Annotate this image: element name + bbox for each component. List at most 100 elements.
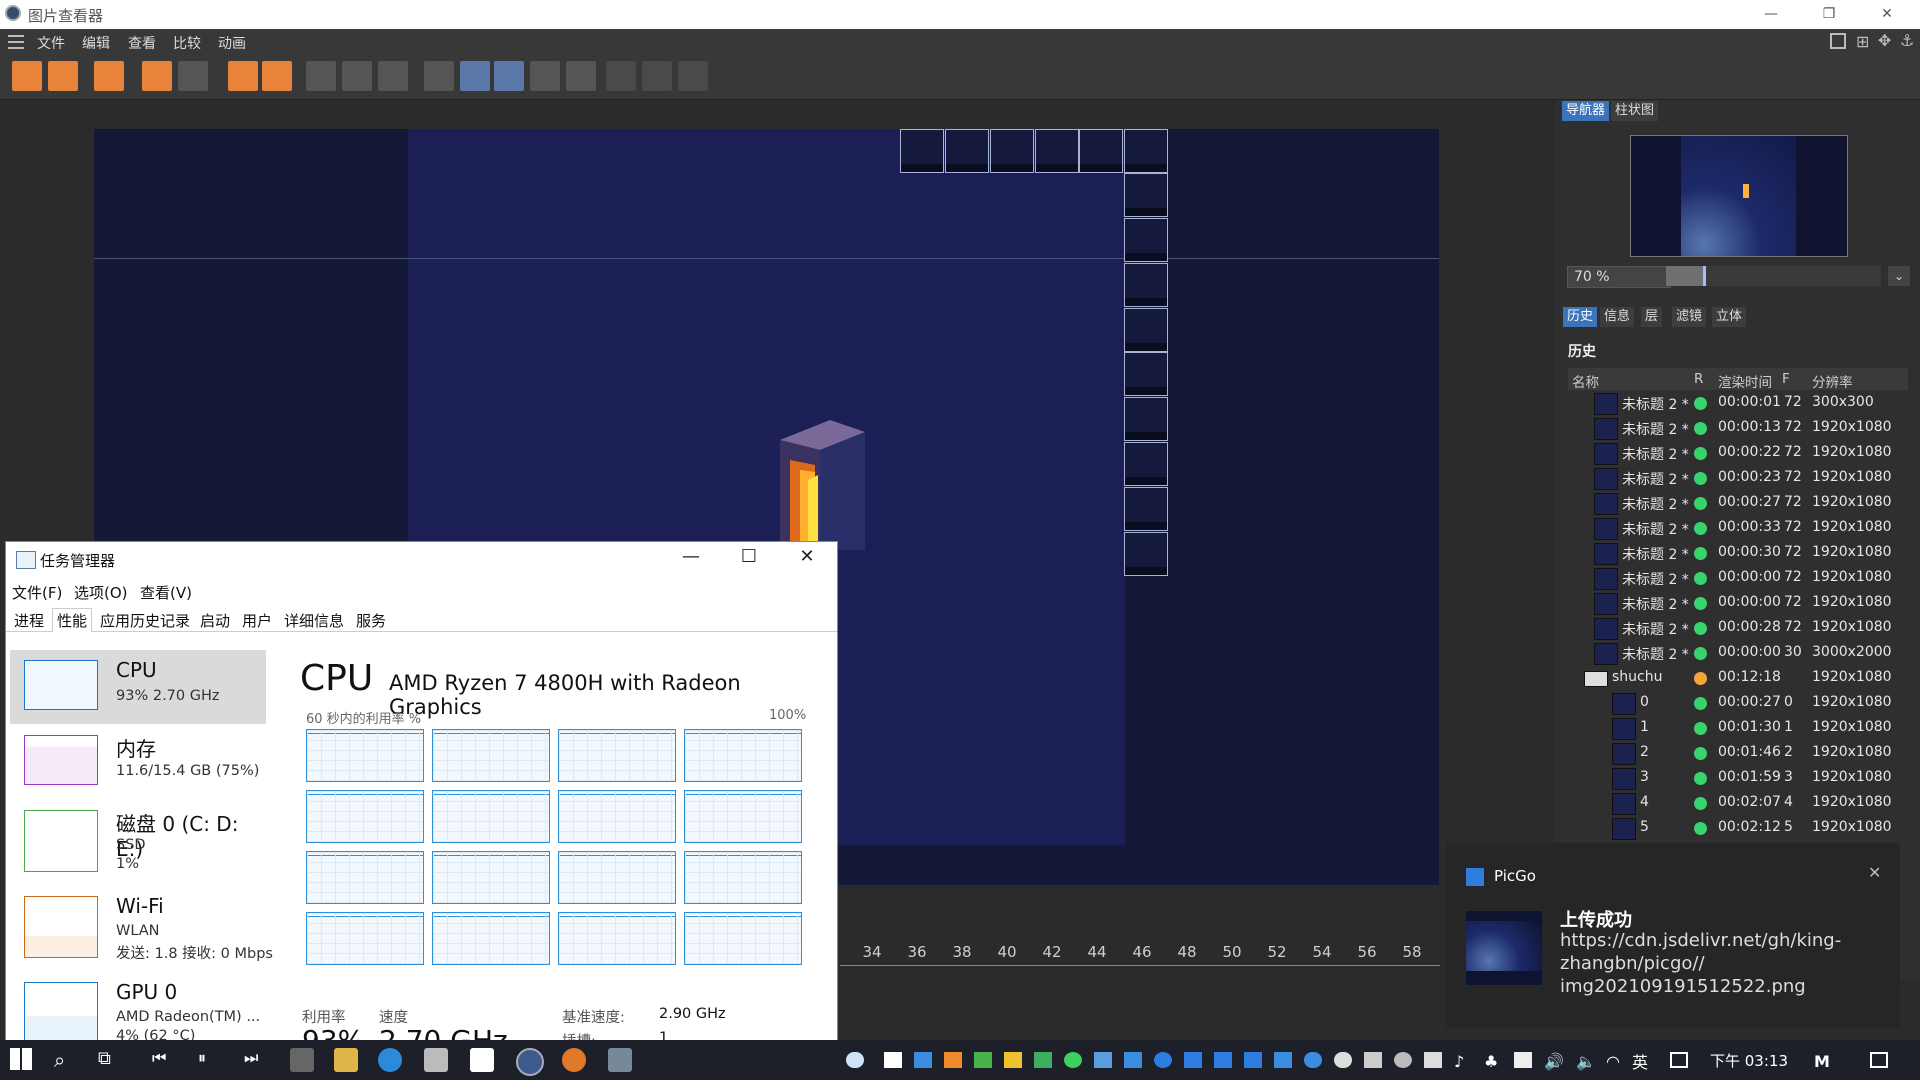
- tray-icon[interactable]: [1154, 1052, 1172, 1068]
- app-icon[interactable]: [290, 1048, 314, 1072]
- cloud-icon[interactable]: [1304, 1052, 1322, 1068]
- menu-file[interactable]: 文件: [37, 33, 65, 53]
- tm-close-button[interactable]: ✕: [787, 546, 827, 567]
- tray-icon[interactable]: [1274, 1052, 1292, 1068]
- tray-icon[interactable]: [884, 1052, 902, 1068]
- app-icon[interactable]: [424, 1048, 448, 1072]
- zoom-slider[interactable]: [1666, 266, 1881, 286]
- tab-details[interactable]: 详细信息: [282, 610, 346, 631]
- tm-menu-view[interactable]: 查看(V): [140, 582, 192, 603]
- tray-icon[interactable]: [1364, 1052, 1382, 1068]
- tray-icon[interactable]: M: [1814, 1052, 1832, 1071]
- compare-ab-icon[interactable]: [424, 61, 454, 91]
- panel-layout-icon[interactable]: [1830, 33, 1846, 49]
- perf-disk[interactable]: 磁盘 0 (C: D: E:) SSD 1%: [10, 800, 266, 874]
- diff-icon[interactable]: [678, 61, 708, 91]
- frame-b-icon[interactable]: [342, 61, 372, 91]
- search-icon[interactable]: ⌕: [54, 1048, 78, 1072]
- history-folder-row[interactable]: shuchu 00:12:18 1920x1080: [1568, 666, 1908, 690]
- open-file-icon[interactable]: [12, 61, 42, 91]
- ime-mode-icon[interactable]: [1670, 1052, 1688, 1068]
- history-row[interactable]: 4 00:02:07 4 1920x1080: [1568, 791, 1908, 815]
- navigator-thumbnail[interactable]: [1630, 135, 1848, 257]
- tab-app-history[interactable]: 应用历史记录: [98, 610, 192, 631]
- wechat-icon[interactable]: [1064, 1052, 1082, 1068]
- crop-icon[interactable]: [142, 61, 172, 91]
- tm-menu-options[interactable]: 选项(O): [74, 582, 128, 603]
- history-row[interactable]: 未标题 2 * 00:00:00 72 1920x1080: [1568, 566, 1908, 590]
- perf-memory[interactable]: 内存 11.6/15.4 GB (75%): [10, 725, 266, 799]
- notification-close-icon[interactable]: ✕: [1868, 863, 1881, 882]
- tab-stereo[interactable]: 立体: [1712, 307, 1747, 327]
- history-row[interactable]: 未标题 2 * 00:00:00 72 1920x1080: [1568, 591, 1908, 615]
- history-row[interactable]: 未标题 2 * 00:00:33 72 1920x1080: [1568, 516, 1908, 540]
- tray-icon[interactable]: [974, 1052, 992, 1068]
- volume-icon[interactable]: 🔊: [1544, 1052, 1564, 1071]
- split-view-icon[interactable]: [460, 61, 490, 91]
- tray-icon[interactable]: [1184, 1052, 1202, 1068]
- swap-icon[interactable]: [606, 61, 636, 91]
- tab-filters[interactable]: 滤镜: [1672, 307, 1707, 327]
- col-f[interactable]: F: [1782, 371, 1790, 387]
- edge-browser-icon[interactable]: [378, 1048, 402, 1072]
- history-row[interactable]: 未标题 2 * 00:00:22 72 1920x1080: [1568, 441, 1908, 465]
- history-row[interactable]: 未标题 2 * 00:00:00 30 3000x2000: [1568, 641, 1908, 665]
- frame-a-icon[interactable]: [306, 61, 336, 91]
- perf-gpu[interactable]: GPU 0 AMD Radeon(TM) ... 4% (62 °C): [10, 972, 266, 1046]
- battery-icon[interactable]: [1514, 1052, 1532, 1068]
- pause-icon[interactable]: ⏸: [198, 1048, 222, 1072]
- app-icon[interactable]: [562, 1048, 586, 1072]
- timeline-ruler[interactable]: [840, 965, 1440, 978]
- menu-view[interactable]: 查看: [128, 33, 156, 53]
- tm-maximize-button[interactable]: ☐: [729, 546, 769, 567]
- settings-icon[interactable]: [378, 61, 408, 91]
- history-row[interactable]: 未标题 2 * 00:00:23 72 1920x1080: [1568, 466, 1908, 490]
- windows-start-icon[interactable]: [10, 1048, 32, 1070]
- task-manager-window[interactable]: 任务管理器 — ☐ ✕ 文件(F) 选项(O) 查看(V) 进程 性能 应用历史…: [5, 541, 838, 1051]
- history-row[interactable]: 未标题 2 * 00:00:01 72 300x300: [1568, 391, 1908, 415]
- tray-icon[interactable]: [1124, 1052, 1142, 1068]
- tab-histogram[interactable]: 柱状图: [1611, 101, 1659, 121]
- tray-icon[interactable]: ♣: [1484, 1052, 1502, 1071]
- ime-indicator[interactable]: 英: [1632, 1049, 1648, 1073]
- tray-icon[interactable]: [1094, 1052, 1112, 1068]
- picture-viewer-icon[interactable]: [608, 1048, 632, 1072]
- history-row[interactable]: 5 00:02:12 5 1920x1080: [1568, 816, 1908, 840]
- history-row[interactable]: 未标题 2 * 00:00:30 72 1920x1080: [1568, 541, 1908, 565]
- col-render-time[interactable]: 渲染时间: [1718, 371, 1772, 391]
- tab-users[interactable]: 用户: [240, 610, 274, 631]
- history-row[interactable]: 2 00:01:46 2 1920x1080: [1568, 741, 1908, 765]
- perf-wifi[interactable]: Wi-Fi WLAN 发送: 1.8 接收: 0 Mbps: [10, 886, 273, 962]
- col-resolution[interactable]: 分辨率: [1812, 371, 1853, 391]
- set-b-icon[interactable]: [566, 61, 596, 91]
- picgo-notification[interactable]: PicGo ✕ 上传成功 https://cdn.jsdelivr.net/gh…: [1446, 843, 1900, 1028]
- col-r[interactable]: R: [1694, 371, 1703, 387]
- zoom-dropdown-icon[interactable]: ⌄: [1888, 266, 1910, 286]
- merge-icon[interactable]: [642, 61, 672, 91]
- previous-track-icon[interactable]: ⏮: [152, 1048, 176, 1072]
- tab-navigator[interactable]: 导航器: [1562, 101, 1610, 121]
- tm-minimize-button[interactable]: —: [671, 546, 711, 567]
- tab-performance[interactable]: 性能: [52, 608, 93, 633]
- wifi-icon[interactable]: ◠: [1606, 1052, 1624, 1071]
- music-icon[interactable]: ♪: [1454, 1052, 1472, 1071]
- volume-icon[interactable]: 🔈: [1576, 1052, 1596, 1071]
- fit-icon[interactable]: ⊞: [1856, 32, 1869, 51]
- history-row[interactable]: 0 00:00:27 0 1920x1080: [1568, 691, 1908, 715]
- history-row[interactable]: 1 00:01:30 1 1920x1080: [1568, 716, 1908, 740]
- close-button[interactable]: ✕: [1864, 2, 1910, 26]
- security-icon[interactable]: [1004, 1052, 1022, 1068]
- menu-edit[interactable]: 编辑: [82, 33, 110, 53]
- tab-services[interactable]: 服务: [354, 610, 388, 631]
- col-name[interactable]: 名称: [1572, 371, 1599, 391]
- minimize-button[interactable]: —: [1748, 2, 1794, 26]
- restore-button[interactable]: ❐: [1806, 2, 1852, 26]
- history-row[interactable]: 未标题 2 * 00:00:28 72 1920x1080: [1568, 616, 1908, 640]
- hamburger-menu-icon[interactable]: [8, 35, 24, 49]
- onedrive-icon[interactable]: [846, 1052, 864, 1068]
- set-a-icon[interactable]: [530, 61, 560, 91]
- tab-startup[interactable]: 启动: [198, 610, 232, 631]
- history-row[interactable]: 未标题 2 * 00:00:27 72 1920x1080: [1568, 491, 1908, 515]
- notification-center-icon[interactable]: [1870, 1052, 1888, 1068]
- save-file-icon[interactable]: [48, 61, 78, 91]
